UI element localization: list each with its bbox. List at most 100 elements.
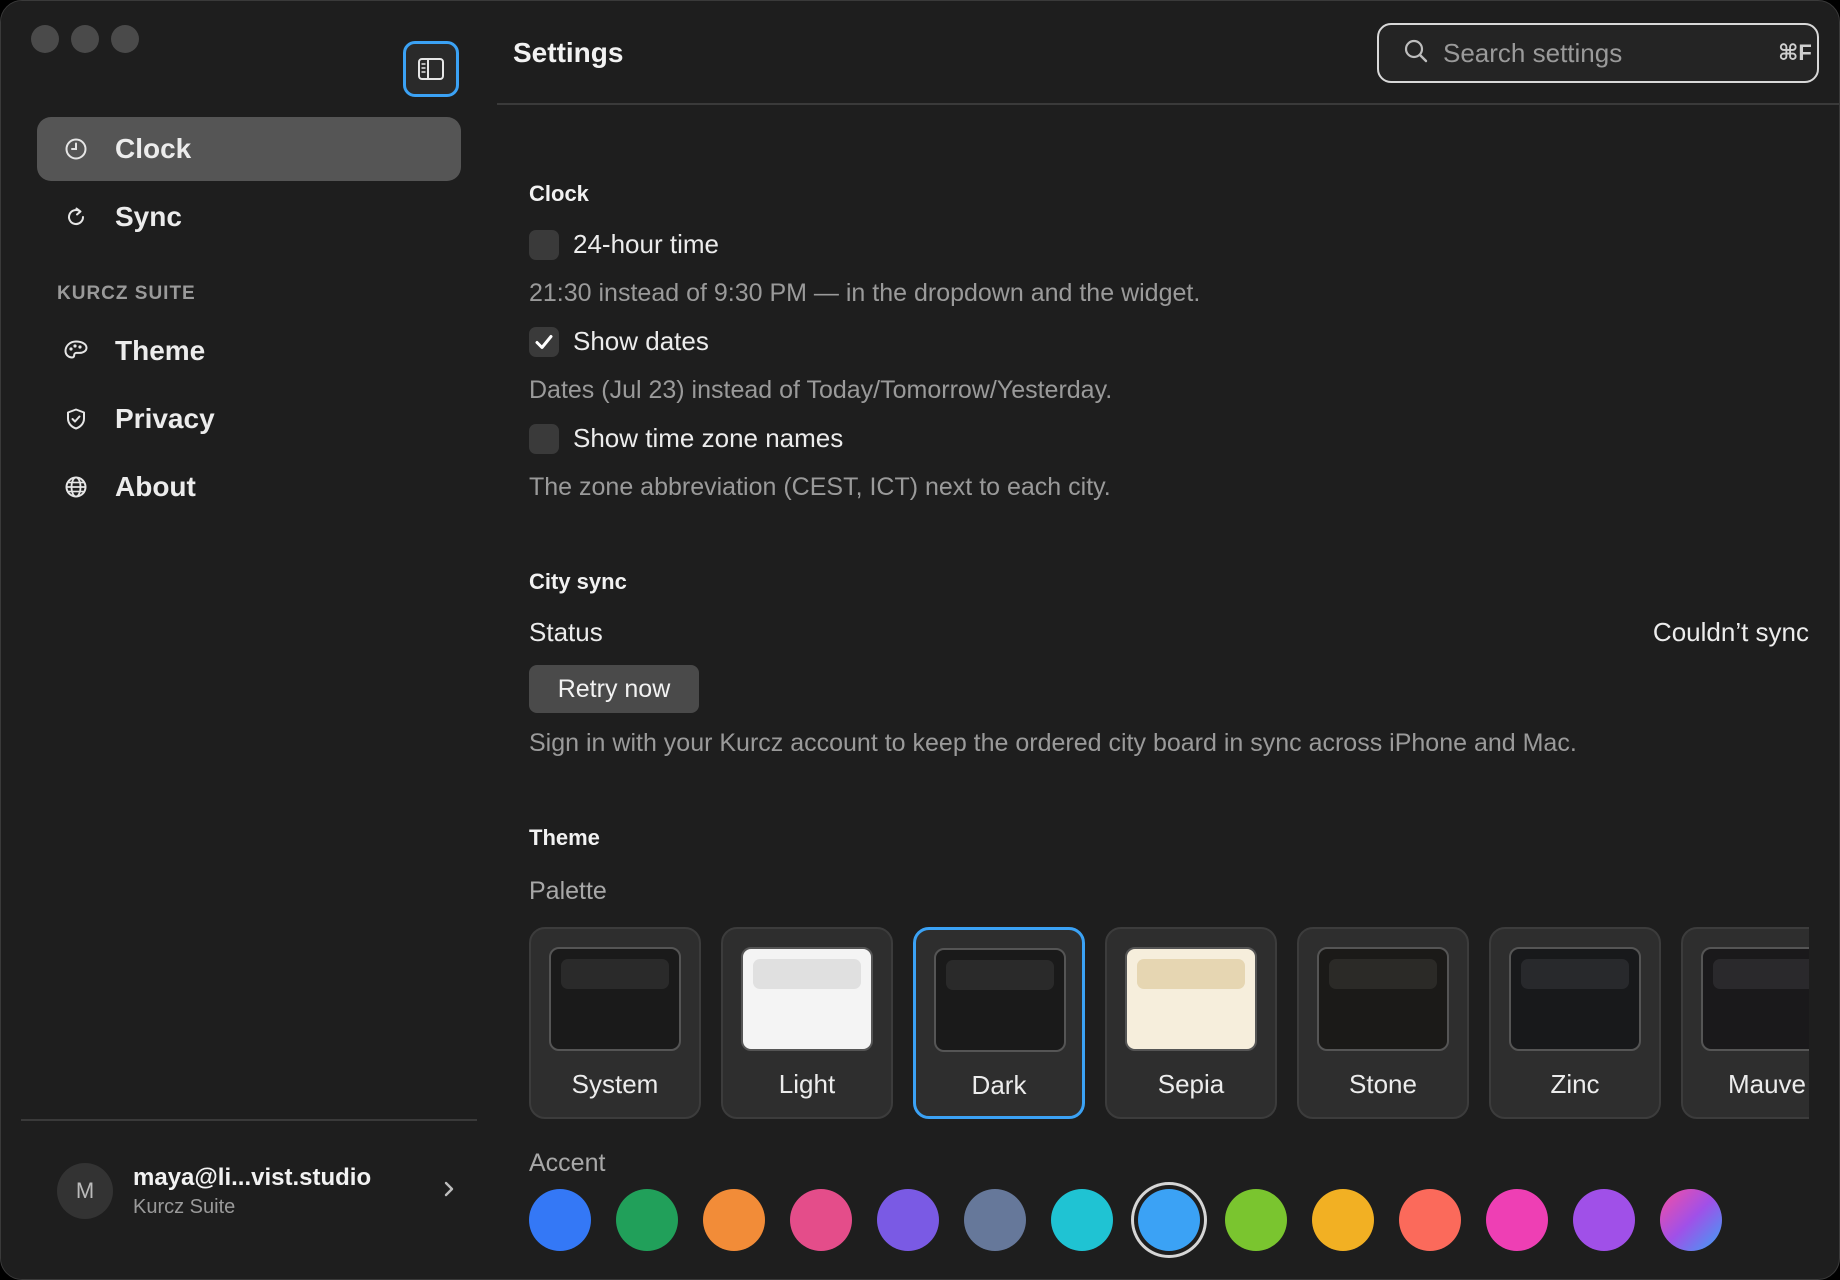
palette-option[interactable]: Dark — [913, 927, 1085, 1119]
option-time-zone-names[interactable]: Show time zone names — [529, 423, 843, 454]
search-input[interactable] — [1443, 37, 1778, 69]
section-title-city-sync: City sync — [529, 569, 627, 594]
palette-option[interactable]: Zinc — [1489, 927, 1661, 1119]
accent-swatch[interactable] — [1399, 1189, 1461, 1251]
checkbox-24-hour[interactable] — [529, 229, 559, 260]
checkbox-show-dates[interactable] — [529, 326, 559, 357]
settings-window: Clock Sync KURCZ SUITE Theme Privacy Abo… — [0, 0, 1840, 1280]
palette-preview — [1701, 947, 1809, 1051]
palette-label: Mauve — [1727, 1069, 1807, 1099]
palette-preview-bar — [946, 960, 1054, 990]
palette-preview — [934, 948, 1066, 1052]
shield-icon — [63, 406, 89, 432]
sidebar-item-label: About — [115, 471, 196, 502]
status-value: Couldn’t sync — [1652, 617, 1809, 647]
option-description: 21:30 instead of 9:30 PM — in the dropdo… — [529, 279, 1201, 307]
window-controls — [31, 25, 139, 53]
status-label: Status — [529, 617, 603, 647]
palette-options: System Light Dark Sepia Stone Zinc Mauve — [529, 927, 1809, 1119]
option-description: The zone abbreviation (CEST, ICT) next t… — [529, 473, 1111, 501]
palette-icon — [63, 338, 89, 364]
sidebar-divider — [21, 1119, 477, 1121]
option-show-dates[interactable]: Show dates — [529, 326, 709, 357]
sync-icon — [63, 204, 89, 230]
palette-preview — [1509, 947, 1641, 1051]
sidebar-item-label: Clock — [115, 133, 192, 164]
checkmark-icon — [535, 334, 553, 349]
accent-swatch[interactable] — [877, 1189, 939, 1251]
palette-preview — [549, 947, 681, 1051]
retry-now-button[interactable]: Retry now — [529, 665, 699, 713]
header: Settings ⌘F — [497, 1, 1839, 105]
palette-preview-bar — [1713, 959, 1809, 989]
chevron-right-icon — [441, 1177, 457, 1206]
palette-preview-bar — [1329, 959, 1437, 989]
accent-swatch[interactable] — [1225, 1189, 1287, 1251]
accent-swatch[interactable] — [1312, 1189, 1374, 1251]
sidebar-item-theme[interactable]: Theme — [37, 319, 461, 383]
accent-swatch[interactable] — [790, 1189, 852, 1251]
minimize-window-button[interactable] — [71, 25, 99, 53]
palette-label: Sepia — [1157, 1069, 1225, 1099]
palette-label: Stone — [1349, 1069, 1417, 1099]
palette-label: Zinc — [1550, 1069, 1600, 1099]
palette-option[interactable]: System — [529, 927, 701, 1119]
accent-swatch[interactable] — [1138, 1189, 1200, 1251]
sidebar-item-sync[interactable]: Sync — [37, 185, 461, 249]
palette-label: System — [571, 1069, 659, 1099]
sidebar-toggle-button[interactable] — [403, 41, 459, 97]
option-label: Show dates — [573, 326, 709, 356]
account-email: maya@li...vist.studio — [133, 1163, 372, 1191]
zoom-window-button[interactable] — [111, 25, 139, 53]
accent-swatch[interactable] — [1573, 1189, 1635, 1251]
accent-options — [529, 1189, 1809, 1253]
palette-option[interactable]: Stone — [1297, 927, 1469, 1119]
option-label: 24-hour time — [573, 229, 719, 259]
settings-content: Clock 24-hour time 21:30 instead of 9:30… — [529, 105, 1809, 1279]
palette-preview-bar — [561, 959, 669, 989]
globe-icon — [63, 474, 89, 500]
checkbox-time-zone-names[interactable] — [529, 423, 559, 454]
palette-preview — [741, 947, 873, 1051]
palette-label: Palette — [529, 877, 607, 905]
accent-swatch[interactable] — [616, 1189, 678, 1251]
city-sync-description: Sign in with your Kurcz account to keep … — [529, 729, 1577, 757]
account-org: Kurcz Suite — [133, 1195, 236, 1218]
option-24-hour[interactable]: 24-hour time — [529, 229, 719, 260]
sidebar-item-label: Sync — [115, 201, 182, 232]
account-button[interactable]: M maya@li...vist.studio Kurcz Suite — [57, 1163, 457, 1219]
palette-option[interactable]: Sepia — [1105, 927, 1277, 1119]
close-window-button[interactable] — [31, 25, 59, 53]
sidebar-item-about[interactable]: About — [37, 455, 461, 519]
sidebar-item-privacy[interactable]: Privacy — [37, 387, 461, 451]
search-shortcut: ⌘F — [1778, 40, 1812, 65]
palette-preview-bar — [1137, 959, 1245, 989]
sidebar-item-label: Theme — [115, 335, 206, 366]
search-box[interactable]: ⌘F — [1377, 23, 1819, 83]
option-label: Show time zone names — [573, 423, 844, 453]
palette-preview — [1317, 947, 1449, 1051]
sidebar: Clock Sync KURCZ SUITE Theme Privacy Abo… — [1, 1, 497, 1279]
palette-label: Light — [778, 1069, 836, 1099]
sidebar-item-clock[interactable]: Clock — [37, 117, 461, 181]
accent-swatch[interactable] — [1051, 1189, 1113, 1251]
accent-swatch[interactable] — [964, 1189, 1026, 1251]
palette-preview — [1125, 947, 1257, 1051]
section-title-theme: Theme — [529, 825, 600, 850]
palette-option[interactable]: Light — [721, 927, 893, 1119]
page-title: Settings — [513, 37, 624, 68]
sidebar-section-label: KURCZ SUITE — [57, 283, 196, 304]
accent-swatch[interactable] — [1660, 1189, 1722, 1251]
accent-swatch[interactable] — [529, 1189, 591, 1251]
clock-icon — [63, 136, 89, 162]
accent-swatch[interactable] — [703, 1189, 765, 1251]
sidebar-item-label: Privacy — [115, 403, 215, 434]
palette-option[interactable]: Mauve — [1681, 927, 1809, 1119]
sidebar-icon — [418, 58, 444, 80]
accent-swatch[interactable] — [1486, 1189, 1548, 1251]
option-description: Dates (Jul 23) instead of Today/Tomorrow… — [529, 376, 1113, 404]
section-title-clock: Clock — [529, 181, 589, 206]
accent-label: Accent — [529, 1149, 606, 1177]
avatar: M — [57, 1163, 113, 1219]
search-icon — [1403, 38, 1429, 69]
